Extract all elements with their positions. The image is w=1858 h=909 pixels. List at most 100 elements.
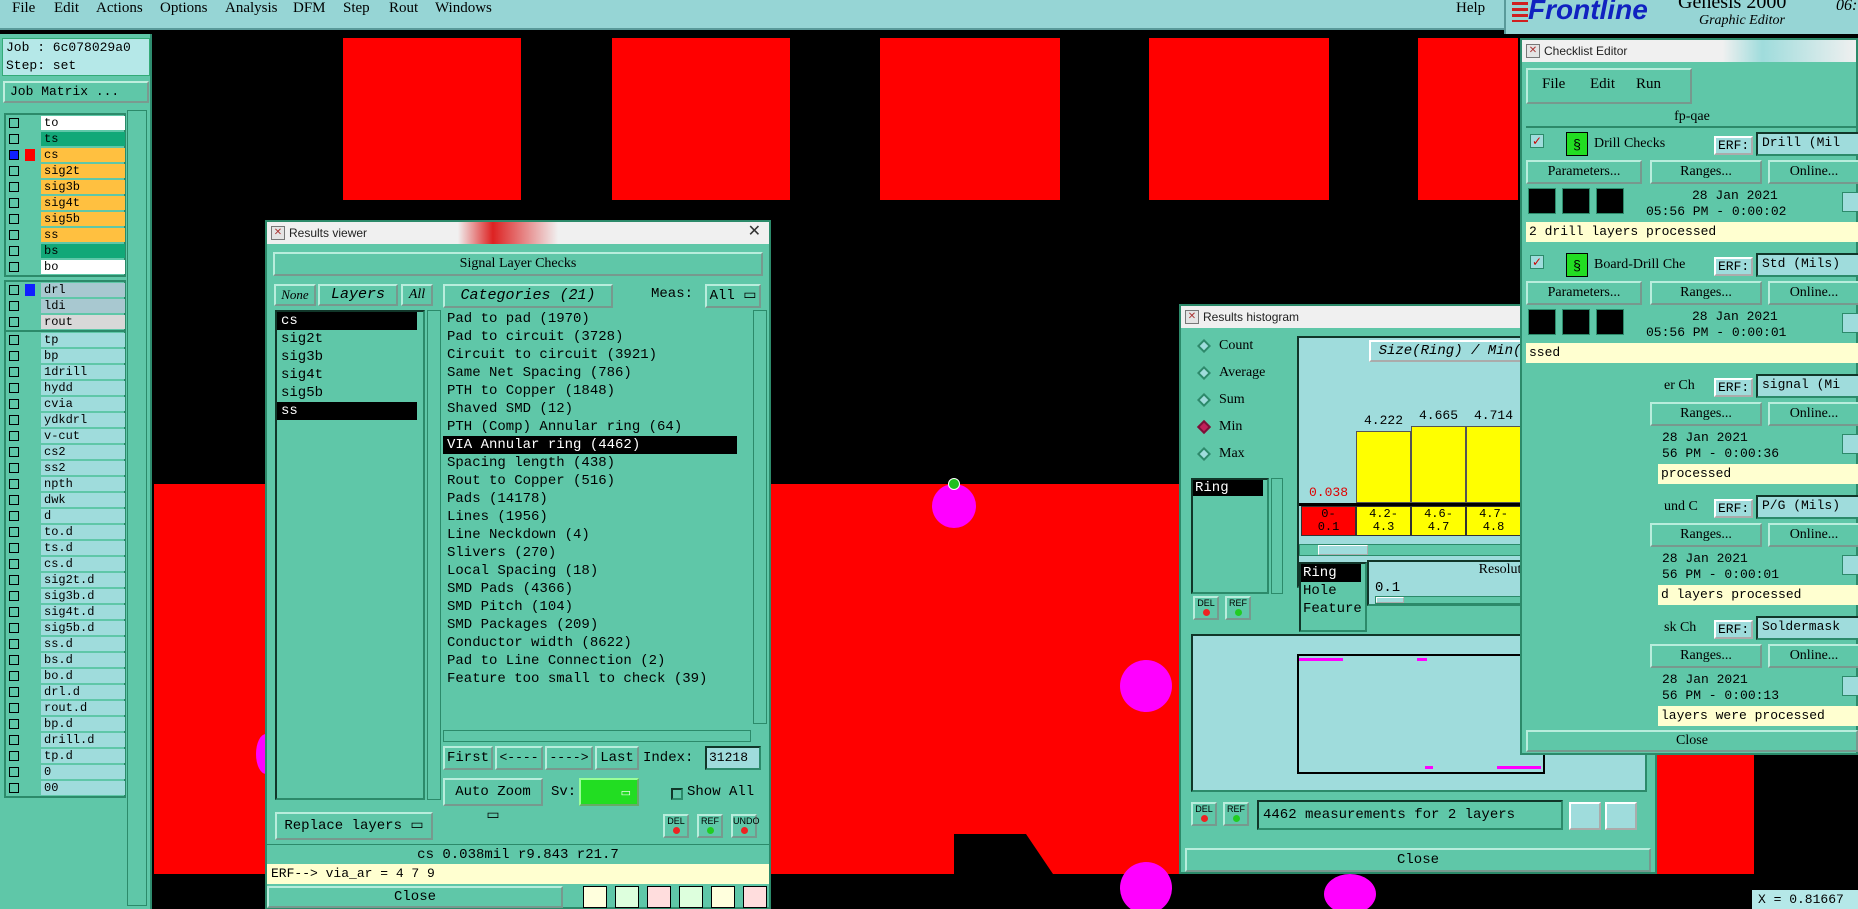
layer-name[interactable]: ts.d: [41, 541, 125, 555]
layer-checkbox[interactable]: [9, 511, 19, 521]
check-enabled-checkbox[interactable]: ✓: [1530, 134, 1544, 148]
layer-item[interactable]: sig3b: [277, 348, 417, 366]
layer-checkbox[interactable]: [9, 335, 19, 345]
layer-row[interactable]: dwk: [6, 492, 125, 508]
zoom-in-icon[interactable]: [1569, 802, 1601, 830]
layer-checkbox[interactable]: [9, 687, 19, 697]
layer-name[interactable]: tp.d: [41, 749, 125, 763]
zoom-out-icon[interactable]: [1605, 802, 1637, 830]
layer-name[interactable]: rout.d: [41, 701, 125, 715]
histogram-ref-button[interactable]: REF: [1225, 596, 1251, 620]
online-button[interactable]: Online...: [1768, 523, 1858, 547]
layer-checkbox[interactable]: [9, 607, 19, 617]
check-enabled-checkbox[interactable]: ✓: [1530, 255, 1544, 269]
layer-name[interactable]: ss.d: [41, 637, 125, 651]
layer-name[interactable]: v-cut: [41, 429, 125, 443]
layer-name[interactable]: sig2t.d: [41, 573, 125, 587]
layer-row[interactable]: bs.d: [6, 652, 125, 668]
report-icon[interactable]: [615, 886, 639, 908]
next-button[interactable]: ---->: [545, 746, 593, 770]
layer-row[interactable]: bs: [6, 243, 125, 259]
category-item[interactable]: SMD Pads (4366): [443, 580, 751, 598]
preview-del-button[interactable]: DEL: [1191, 802, 1217, 826]
layer-name[interactable]: bs.d: [41, 653, 125, 667]
layer-name[interactable]: d: [41, 509, 125, 523]
layer-row[interactable]: ydkdrl: [6, 412, 125, 428]
measure-list-scrollbar[interactable]: [1271, 478, 1283, 594]
ranges-button[interactable]: Ranges...: [1650, 281, 1762, 305]
layer-row[interactable]: to.d: [6, 524, 125, 540]
slider-thumb[interactable]: [1376, 597, 1404, 603]
sv-color-dropdown[interactable]: ▭: [579, 778, 639, 806]
category-item[interactable]: Conductor width (8622): [443, 634, 751, 652]
category-item[interactable]: Line Neckdown (4): [443, 526, 751, 544]
layer-row[interactable]: bo.d: [6, 668, 125, 684]
layer-row[interactable]: sig4t: [6, 195, 125, 211]
layer-name[interactable]: sig3b: [41, 180, 125, 194]
layer-checkbox[interactable]: [9, 735, 19, 745]
highlight-icon[interactable]: [679, 886, 703, 908]
scrollbar-thumb[interactable]: [1318, 545, 1368, 555]
run-all-icon[interactable]: [1562, 309, 1590, 335]
layer-row[interactable]: ldi: [6, 298, 125, 314]
layer-row[interactable]: ss.d: [6, 636, 125, 652]
layer-name[interactable]: sig3b.d: [41, 589, 125, 603]
layer-row[interactable]: d: [6, 508, 125, 524]
layer-checkbox[interactable]: [9, 214, 19, 224]
erf-field[interactable]: Std (Mils): [1756, 253, 1858, 277]
layer-checkbox[interactable]: [9, 575, 19, 585]
layer-row[interactable]: ts.d: [6, 540, 125, 556]
layers-header[interactable]: Layers: [318, 284, 398, 306]
layer-name[interactable]: sig5b: [41, 212, 125, 226]
category-item[interactable]: Rout to Copper (516): [443, 472, 751, 490]
layer-name[interactable]: sig4t: [41, 196, 125, 210]
layer-row[interactable]: cs.d: [6, 556, 125, 572]
layer-row[interactable]: sig2t: [6, 163, 125, 179]
job-matrix-button[interactable]: Job Matrix ...: [3, 81, 149, 103]
layer-row[interactable]: 1drill: [6, 364, 125, 380]
layer-checkbox[interactable]: [9, 671, 19, 681]
layer-row[interactable]: drl.d: [6, 684, 125, 700]
layer-checkbox[interactable]: [9, 246, 19, 256]
layer-name[interactable]: npth: [41, 477, 125, 491]
layer-name[interactable]: ss: [41, 228, 125, 242]
layer-name[interactable]: drill.d: [41, 733, 125, 747]
layer-item[interactable]: sig2t: [277, 330, 417, 348]
histogram-bin-label[interactable]: 4.7- 4.8: [1466, 506, 1521, 536]
layer-name[interactable]: rout: [41, 315, 125, 329]
mode-radio[interactable]: Max: [1196, 446, 1245, 462]
replace-layers-dropdown[interactable]: Replace layers ▭: [275, 812, 433, 840]
layer-row[interactable]: cs2: [6, 444, 125, 460]
layer-checkbox[interactable]: [9, 751, 19, 761]
category-item[interactable]: Slivers (270): [443, 544, 751, 562]
layer-name[interactable]: hydd: [41, 381, 125, 395]
layer-checkbox[interactable]: [9, 367, 19, 377]
layer-checkbox[interactable]: [9, 447, 19, 457]
layer-checkbox[interactable]: [9, 623, 19, 633]
online-button[interactable]: Online...: [1768, 644, 1858, 668]
stop-icon[interactable]: [1596, 309, 1624, 335]
category-item[interactable]: PTH to Copper (1848): [443, 382, 751, 400]
layer-checkbox[interactable]: [9, 543, 19, 553]
category-item[interactable]: Same Net Spacing (786): [443, 364, 751, 382]
layer-name[interactable]: 00: [41, 781, 125, 795]
layer-row[interactable]: sig2t.d: [6, 572, 125, 588]
menu-step[interactable]: Step: [343, 0, 370, 17]
meas-dropdown[interactable]: All ▭: [705, 284, 761, 308]
histogram-bin-label[interactable]: 4.6- 4.7: [1411, 506, 1466, 536]
stop-icon[interactable]: [1596, 188, 1624, 214]
online-button[interactable]: Online...: [1768, 402, 1858, 426]
layer-row[interactable]: bp.d: [6, 716, 125, 732]
checklist-close-button[interactable]: Close: [1526, 730, 1858, 752]
erf-field[interactable]: signal (Mi: [1756, 374, 1858, 398]
category-item[interactable]: Circuit to circuit (3921): [443, 346, 751, 364]
histogram-bin-label[interactable]: 0- 0.1: [1301, 506, 1356, 536]
select-none-button[interactable]: None: [274, 284, 316, 306]
layer-checkbox[interactable]: [9, 783, 19, 793]
group-option[interactable]: Feature: [1301, 600, 1365, 618]
menu-windows[interactable]: Windows: [435, 0, 492, 17]
category-item[interactable]: Pads (14178): [443, 490, 751, 508]
layer-name[interactable]: ldi: [41, 299, 125, 313]
del-button[interactable]: DEL: [663, 814, 689, 838]
category-item[interactable]: VIA Annular ring (4462): [443, 436, 737, 454]
